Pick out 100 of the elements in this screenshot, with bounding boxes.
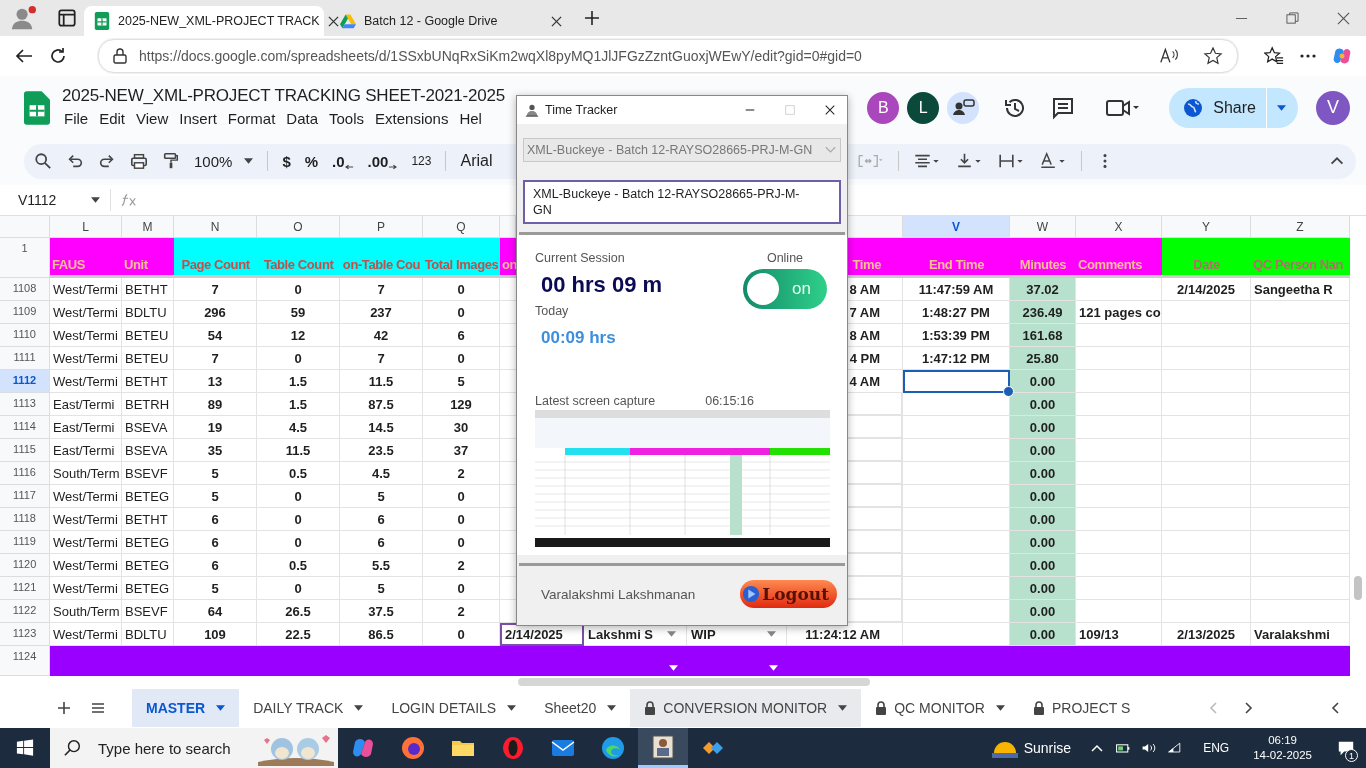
menu-item[interactable]: Hel [457, 108, 491, 130]
empty-cell[interactable] [1162, 393, 1251, 417]
row-number[interactable]: 1124 [0, 646, 50, 677]
browser-tab[interactable]: Batch 12 - Google Drive [330, 6, 570, 36]
row-number[interactable]: 1108 [0, 278, 50, 302]
empty-cell[interactable] [1162, 416, 1251, 440]
increase-decimals-button[interactable]: .00 [367, 152, 398, 170]
menu-item[interactable]: Insert [177, 108, 226, 130]
close-icon[interactable] [551, 15, 562, 27]
row-number[interactable]: 1109 [0, 301, 50, 325]
menu-item[interactable]: Edit [97, 108, 135, 130]
column-header[interactable]: N [174, 216, 257, 239]
empty-cell[interactable] [1162, 577, 1251, 601]
empty-cell[interactable] [1162, 347, 1251, 371]
print-icon[interactable] [130, 152, 148, 171]
row-number[interactable]: 1110 [0, 324, 50, 348]
caret-icon[interactable] [769, 665, 778, 672]
tab-actions-icon[interactable] [56, 7, 78, 29]
weather-text[interactable]: Sunrise [1023, 740, 1072, 756]
windows-start-icon[interactable] [16, 739, 34, 757]
menu-item[interactable]: File [62, 108, 98, 130]
close-icon[interactable] [327, 15, 339, 27]
restore-icon[interactable] [1286, 11, 1299, 25]
currency-button[interactable]: $ [282, 152, 291, 170]
decrease-decimals-button[interactable]: .0 [332, 152, 354, 170]
column-header[interactable]: V [903, 216, 1010, 239]
menu-item[interactable]: Data [284, 108, 327, 130]
column-header[interactable]: X [1076, 216, 1162, 239]
sheet-tab[interactable]: MASTER [132, 689, 240, 728]
row-number[interactable]: 1114 [0, 416, 50, 440]
empty-cell[interactable] [1162, 462, 1251, 486]
project-text-field[interactable]: XML-Buckeye - Batch 12-RAYSO28665-PRJ-M-GN [523, 180, 841, 224]
sheet-tab[interactable]: QC MONITOR [861, 689, 1019, 728]
sheet-tab[interactable]: DAILY TRACK [239, 689, 378, 728]
column-header[interactable]: W [1010, 216, 1076, 239]
taskbar-app[interactable] [638, 728, 688, 768]
refresh-icon[interactable] [48, 45, 68, 66]
column-header[interactable]: Y [1162, 216, 1251, 239]
share-button[interactable]: Share [1169, 87, 1298, 128]
language-indicator[interactable]: ENG [1203, 741, 1230, 755]
favorites-icon[interactable] [1264, 45, 1284, 66]
star-icon[interactable] [1203, 46, 1223, 65]
comment-icon[interactable] [1051, 95, 1076, 120]
column-header[interactable] [500, 216, 516, 239]
empty-cell[interactable] [1162, 508, 1251, 532]
lock-icon[interactable] [113, 47, 127, 64]
search-icon[interactable] [34, 152, 52, 171]
empty-cell[interactable] [1162, 485, 1251, 509]
sheet-tab[interactable]: PROJECT S [1018, 689, 1145, 728]
column-header[interactable]: M [122, 216, 174, 239]
new-tab-icon[interactable] [584, 10, 600, 26]
sheet-tab[interactable]: LOGIN DETAILS [377, 689, 531, 728]
close-icon[interactable] [824, 104, 836, 116]
logout-button[interactable]: Logout [740, 580, 837, 608]
avatar[interactable]: B [867, 91, 900, 124]
menu-item[interactable]: View [134, 108, 178, 130]
percent-button[interactable]: % [304, 152, 319, 170]
row-number[interactable]: 1122 [0, 600, 50, 624]
column-header[interactable]: L [50, 216, 122, 239]
avatar[interactable]: L [907, 91, 940, 124]
column-header[interactable]: O [257, 216, 340, 239]
clock[interactable]: 06:19 14-02-2025 [1253, 733, 1312, 763]
row-number[interactable]: 1112 [0, 370, 50, 394]
column-header[interactable]: Q [423, 216, 500, 239]
notifications-button[interactable]: 1 [1326, 728, 1366, 768]
scrollbar-thumb[interactable] [1354, 576, 1362, 601]
paint-format-icon[interactable] [162, 152, 180, 171]
row-number[interactable]: 1119 [0, 531, 50, 555]
menu-item[interactable]: Format [225, 108, 285, 130]
row-number[interactable]: 1123 [0, 623, 50, 647]
empty-cell[interactable] [1162, 324, 1251, 348]
account-avatar[interactable]: V [1316, 90, 1350, 125]
row-number[interactable]: 1113 [0, 393, 50, 417]
row-number[interactable]: 1118 [0, 508, 50, 532]
sheet-tab[interactable]: Sheet20 [530, 689, 631, 728]
project-dropdown[interactable]: XML-Buckeye - Batch 12-RAYSO28665-PRJ-M-GN [523, 138, 841, 162]
sheet-tab[interactable]: CONVERSION MONITOR [630, 689, 862, 728]
caret-icon[interactable] [669, 665, 678, 672]
profile-icon[interactable] [10, 5, 36, 31]
column-header[interactable]: Z [1251, 216, 1350, 239]
menu-item[interactable]: Extensions [373, 108, 458, 130]
row-number[interactable]: 1121 [0, 577, 50, 601]
menu-item[interactable]: Tools [327, 108, 374, 130]
empty-cell[interactable] [1162, 301, 1251, 325]
zoom-dropdown[interactable]: 100% [194, 152, 254, 170]
name-box[interactable]: V1112 [0, 189, 111, 212]
scrollbar-thumb[interactable] [518, 678, 870, 687]
row-number[interactable]: 1115 [0, 439, 50, 463]
add-sheet-icon[interactable] [56, 700, 72, 717]
search-field[interactable]: Type here to search [50, 728, 338, 768]
document-title[interactable]: 2025-NEW_XML-PROJECT TRACKING SHEET-2021-2025 [62, 86, 505, 107]
text-rotation-icon[interactable] [1039, 152, 1067, 171]
row-number[interactable]: 1120 [0, 554, 50, 578]
sheets-logo-icon[interactable] [24, 90, 50, 125]
row-number[interactable]: 1111 [0, 347, 50, 371]
chat-people-icon[interactable] [947, 91, 980, 124]
address-bar[interactable]: https://docs.google.com/spreadsheets/d/1SSxbUNqRxSiKm2wqXl8pyMQ1JlJFGzZzntGuoxjWEwY/edit?gid=0#gid=0 [98, 38, 1238, 73]
select-all-corner[interactable] [0, 216, 50, 239]
read-aloud-icon[interactable] [1159, 46, 1179, 65]
row-number[interactable]: 1 [0, 238, 50, 279]
